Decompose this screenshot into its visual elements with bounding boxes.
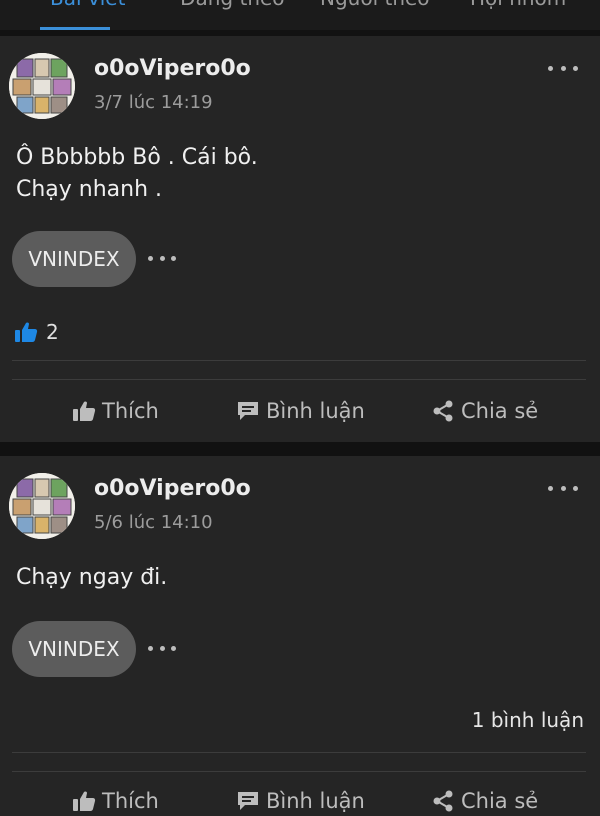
avatar[interactable]: [9, 53, 75, 119]
share-button[interactable]: Chia sẻ: [431, 789, 538, 813]
post-content: Ô Bbbbbb Bô . Cái bô. Chạy nhanh .: [16, 142, 258, 206]
post-card: o0oVipero0o 5/6 lúc 14:10 Chạy ngay đi. …: [0, 456, 600, 816]
like-count: 2: [46, 320, 59, 344]
stock-tag[interactable]: VNINDEX: [12, 621, 136, 677]
like-label: Thích: [102, 789, 159, 813]
active-tab-indicator: [40, 27, 110, 30]
share-label: Chia sẻ: [461, 789, 539, 813]
tab-posts[interactable]: Bài viết: [50, 0, 125, 10]
post-timestamp: 5/6 lúc 14:10: [94, 512, 213, 533]
comment-label: Bình luận: [266, 399, 365, 423]
comment-label: Bình luận: [266, 789, 365, 813]
more-options-icon[interactable]: [548, 478, 578, 498]
avatar[interactable]: [9, 473, 75, 539]
comment-button[interactable]: Bình luận: [236, 789, 365, 813]
like-button[interactable]: Thích: [72, 399, 159, 423]
tab-groups[interactable]: Hội nhóm: [470, 0, 566, 10]
share-icon: [433, 400, 453, 422]
post-card: o0oVipero0o 3/7 lúc 14:19 Ô Bbbbbb Bô . …: [0, 36, 600, 442]
reaction-summary[interactable]: 2: [14, 318, 59, 346]
post-content-line: Chạy ngay đi.: [16, 565, 168, 590]
like-button[interactable]: Thích: [72, 789, 159, 813]
comment-bubble-icon: [238, 402, 258, 420]
tag-more-icon[interactable]: [148, 643, 176, 653]
thumbs-up-icon: [15, 322, 38, 342]
divider: [12, 752, 586, 753]
comment-count[interactable]: 1 bình luận: [472, 708, 584, 732]
post-separator: [0, 442, 600, 456]
stock-tag[interactable]: VNINDEX: [12, 231, 136, 287]
thumbs-up-icon: [73, 791, 96, 811]
share-button[interactable]: Chia sẻ: [431, 399, 538, 423]
tab-following[interactable]: Đang theo: [180, 0, 285, 10]
share-icon: [433, 790, 453, 812]
divider: [12, 771, 586, 772]
top-tab-bar: Bài viết Đang theo Người theo Hội nhóm: [0, 0, 600, 30]
tab-followers[interactable]: Người theo: [320, 0, 430, 10]
post-content-line: Ô Bbbbbb Bô . Cái bô.: [16, 145, 258, 170]
like-label: Thích: [102, 399, 159, 423]
author-name[interactable]: o0oVipero0o: [94, 476, 251, 501]
divider: [12, 360, 586, 361]
tag-more-icon[interactable]: [148, 253, 176, 263]
comment-bubble-icon: [238, 792, 258, 810]
divider: [12, 379, 586, 380]
comment-button[interactable]: Bình luận: [236, 399, 365, 423]
thumbs-up-icon: [73, 401, 96, 421]
post-content-line: Chạy nhanh .: [16, 177, 163, 202]
author-name[interactable]: o0oVipero0o: [94, 56, 251, 81]
more-options-icon[interactable]: [548, 58, 578, 78]
post-content: Chạy ngay đi.: [16, 562, 167, 594]
post-timestamp: 3/7 lúc 14:19: [94, 92, 213, 113]
share-label: Chia sẻ: [461, 399, 539, 423]
